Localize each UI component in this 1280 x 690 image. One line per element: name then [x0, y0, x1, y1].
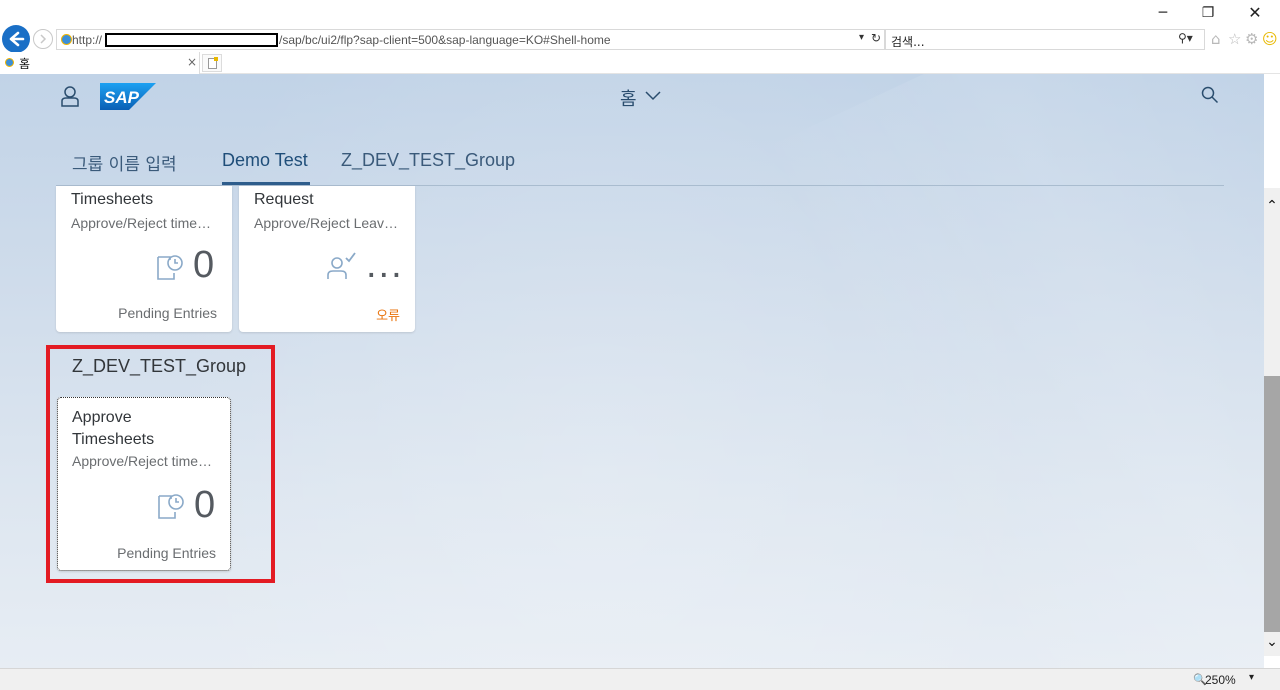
- address-bar[interactable]: http:// /sap/bc/ui2/flp?sap-client=500&s…: [56, 29, 885, 50]
- shell-title[interactable]: 홈: [620, 85, 637, 111]
- timesheet-icon: [158, 494, 184, 519]
- tile-title: Timesheets: [71, 191, 154, 208]
- vertical-scrollbar[interactable]: ⌃ ⌄: [1264, 188, 1280, 656]
- browser-statusbar: 🔍 250% ▾: [0, 668, 1280, 690]
- sap-logo-text: SAP: [104, 88, 140, 107]
- gear-icon[interactable]: ⚙: [1245, 30, 1258, 48]
- url-path: /sap/bc/ui2/flp?sap-client=500&sap-langu…: [279, 33, 611, 47]
- tile-error-status: 오류: [376, 309, 400, 324]
- tile-footer: Pending Entries: [118, 305, 217, 321]
- browser-tabstrip: 홈 ×: [0, 52, 1280, 74]
- tile-request[interactable]: Request Approve/Reject Leav… ... 오류: [239, 186, 415, 332]
- tile-timesheets[interactable]: Timesheets Approve/Reject time… 0 Pendin…: [56, 186, 232, 332]
- minimize-icon[interactable]: ─: [1153, 4, 1173, 22]
- scroll-down-icon[interactable]: ⌄: [1264, 634, 1280, 656]
- scroll-up-icon[interactable]: ⌃: [1264, 198, 1280, 220]
- back-arrow-icon: [9, 31, 25, 47]
- tile-title: Request: [254, 191, 314, 208]
- shell-header: SAP 홈: [0, 74, 1264, 118]
- anchor-selected-indicator: [222, 182, 310, 185]
- group-title: Z_DEV_TEST_Group: [72, 356, 247, 376]
- zoom-dropdown-icon[interactable]: ▾: [1249, 672, 1254, 683]
- browser-search-input[interactable]: 검색... ⚲▾: [885, 29, 1205, 50]
- ie-favicon-icon: [5, 58, 14, 67]
- tab-close-icon[interactable]: ×: [187, 55, 197, 69]
- tile-kpi-value: 0: [193, 244, 215, 286]
- fiori-launchpad: SAP 홈 그룹 이름 입력 Demo Test Z_DEV_TEST_Grou…: [0, 74, 1264, 668]
- close-icon[interactable]: ✕: [1245, 4, 1265, 22]
- tile-kpi-value: 0: [194, 484, 216, 526]
- chevron-down-icon[interactable]: [645, 88, 661, 102]
- redacted-host: [105, 33, 278, 47]
- zoom-level[interactable]: 250%: [1205, 673, 1236, 687]
- tile-subtitle: Approve/Reject Leav…: [254, 215, 398, 231]
- tile-subtitle: Approve/Reject time…: [72, 453, 213, 469]
- user-icon[interactable]: [60, 85, 80, 107]
- search-placeholder: 검색...: [891, 35, 925, 49]
- forward-button[interactable]: [33, 29, 53, 49]
- scrollbar-thumb[interactable]: [1264, 376, 1280, 632]
- tab-home[interactable]: 홈 ×: [0, 52, 200, 74]
- tile-footer: Pending Entries: [117, 545, 216, 561]
- person-check-icon: [327, 252, 356, 279]
- browser-navbar: http:// /sap/bc/ui2/flp?sap-client=500&s…: [0, 25, 1280, 53]
- sap-logo-icon[interactable]: SAP: [100, 83, 156, 110]
- favorites-star-icon[interactable]: ☆: [1228, 30, 1241, 48]
- anchor-navigation-bar: 그룹 이름 입력 Demo Test Z_DEV_TEST_Group: [56, 138, 1224, 186]
- timesheet-icon: [157, 255, 183, 280]
- tile-subtitle: Approve/Reject time…: [71, 215, 212, 231]
- address-dropdown-icon[interactable]: ▾: [859, 32, 864, 43]
- anchor-item-unnamed-group[interactable]: 그룹 이름 입력: [72, 150, 177, 175]
- url-prefix: http://: [72, 33, 103, 47]
- restore-icon[interactable]: ❐: [1198, 4, 1218, 22]
- window-titlebar: ─ ❐ ✕: [0, 0, 1280, 26]
- tile-approve-timesheets[interactable]: Approve Timesheets Approve/Reject time… …: [57, 397, 231, 571]
- refresh-icon[interactable]: ↻: [871, 31, 881, 45]
- tile-kpi-value: ...: [366, 244, 404, 286]
- new-tab-icon: [208, 57, 218, 69]
- anchor-item-z-dev-test-group[interactable]: Z_DEV_TEST_Group: [341, 150, 515, 171]
- tile-title-line1: Approve: [72, 409, 132, 426]
- new-tab-button[interactable]: [202, 54, 222, 72]
- tile-title-line2: Timesheets: [72, 431, 155, 448]
- tab-title: 홈: [19, 57, 31, 71]
- back-button[interactable]: [2, 25, 30, 53]
- search-icon[interactable]: [1201, 86, 1219, 104]
- feedback-smiley-icon[interactable]: ☺: [1262, 30, 1278, 48]
- home-icon[interactable]: ⌂: [1211, 30, 1221, 48]
- ie-favicon-icon: [61, 34, 72, 45]
- magnifier-dropdown-icon[interactable]: ⚲▾: [1178, 31, 1193, 45]
- anchor-item-demo-test[interactable]: Demo Test: [222, 150, 308, 171]
- forward-arrow-icon: [40, 34, 47, 44]
